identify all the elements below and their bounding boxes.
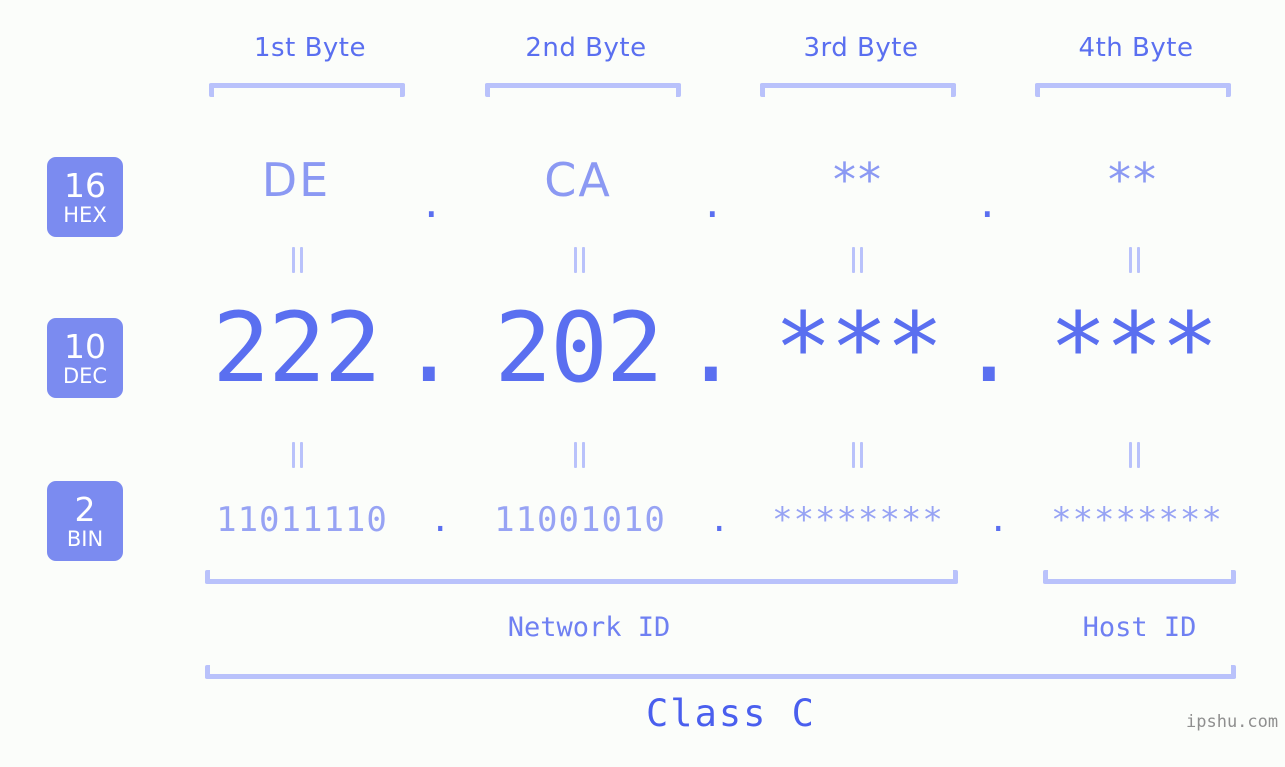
- byte-bracket-4: [1035, 83, 1231, 97]
- equality-bar: [291, 442, 295, 468]
- equality-bar: [851, 247, 855, 273]
- bin-byte-3-value: ********: [772, 500, 944, 540]
- byte-bracket-3: [760, 83, 956, 97]
- equality-separator-hex-dec-4: [1125, 247, 1143, 273]
- equality-bar: [573, 247, 577, 273]
- equality-separator-dec-bin-3: [848, 442, 866, 468]
- bin-separator-3: .: [988, 500, 1009, 540]
- byte-bracket-2: [485, 83, 681, 97]
- equality-separator-hex-dec-3: [848, 247, 866, 273]
- equality-bar: [859, 247, 863, 273]
- base-badge-dec-number: 10: [64, 326, 106, 366]
- bin-separator-1: .: [430, 500, 451, 540]
- network-id-label: Network ID: [507, 612, 671, 643]
- byte-header-3: 3rd Byte: [803, 33, 919, 63]
- base-badge-dec: 10 DEC: [47, 318, 123, 398]
- bin-byte-4-value: ********: [1051, 500, 1223, 540]
- class-label: Class C: [646, 692, 816, 735]
- byte-header-4: 4th Byte: [1078, 33, 1194, 63]
- equality-bar: [299, 442, 303, 468]
- base-badge-hex-label: HEX: [63, 202, 107, 227]
- host-id-bracket: [1043, 570, 1236, 584]
- watermark: ipshu.com: [1186, 712, 1279, 732]
- equality-bar: [1128, 247, 1132, 273]
- equality-bar: [291, 247, 295, 273]
- hex-byte-3-value: **: [833, 153, 883, 207]
- equality-bar: [581, 442, 585, 468]
- dec-byte-3-value: ***: [774, 292, 943, 404]
- equality-bar: [299, 247, 303, 273]
- equality-bar: [1136, 442, 1140, 468]
- bin-byte-2-value: 11001010: [494, 500, 666, 540]
- byte-header-2: 2nd Byte: [525, 33, 647, 63]
- class-bracket: [205, 665, 1236, 679]
- base-badge-dec-label: DEC: [62, 363, 108, 388]
- hex-byte-1-value: DE: [261, 153, 331, 207]
- network-id-bracket: [205, 570, 958, 584]
- hex-separator-1: .: [424, 174, 439, 228]
- hex-byte-4-value: **: [1108, 153, 1158, 207]
- dec-separator-3: .: [960, 292, 1018, 404]
- base-badge-bin: 2 BIN: [47, 481, 123, 561]
- byte-bracket-1: [209, 83, 405, 97]
- equality-separator-hex-dec-1: [288, 247, 306, 273]
- equality-separator-dec-bin-2: [570, 442, 588, 468]
- base-badge-hex-number: 16: [64, 165, 106, 205]
- dec-byte-1-value: 222: [212, 292, 381, 404]
- equality-separator-dec-bin-1: [288, 442, 306, 468]
- equality-bar: [851, 442, 855, 468]
- base-badge-bin-label: BIN: [66, 526, 104, 551]
- bin-byte-1-value: 11011110: [216, 500, 388, 540]
- hex-byte-2-value: CA: [544, 153, 612, 207]
- equality-separator-hex-dec-2: [570, 247, 588, 273]
- equality-bar: [581, 247, 585, 273]
- bin-separator-2: .: [709, 500, 730, 540]
- base-badge-bin-number: 2: [74, 489, 96, 529]
- hex-separator-2: .: [705, 174, 720, 228]
- byte-header-1: 1st Byte: [254, 33, 366, 63]
- dec-byte-2-value: 202: [494, 292, 663, 404]
- dec-separator-1: .: [400, 292, 458, 404]
- equality-bar: [1128, 442, 1132, 468]
- host-id-label: Host ID: [1082, 612, 1197, 643]
- hex-separator-3: .: [980, 174, 995, 228]
- equality-bar: [1136, 247, 1140, 273]
- ip-address-breakdown-diagram: 1st Byte 2nd Byte 3rd Byte 4th Byte 16 H…: [0, 0, 1285, 767]
- equality-separator-dec-bin-4: [1125, 442, 1143, 468]
- dec-separator-2: .: [682, 292, 740, 404]
- equality-bar: [859, 442, 863, 468]
- equality-bar: [573, 442, 577, 468]
- dec-byte-4-value: ***: [1049, 292, 1218, 404]
- base-badge-hex: 16 HEX: [47, 157, 123, 237]
